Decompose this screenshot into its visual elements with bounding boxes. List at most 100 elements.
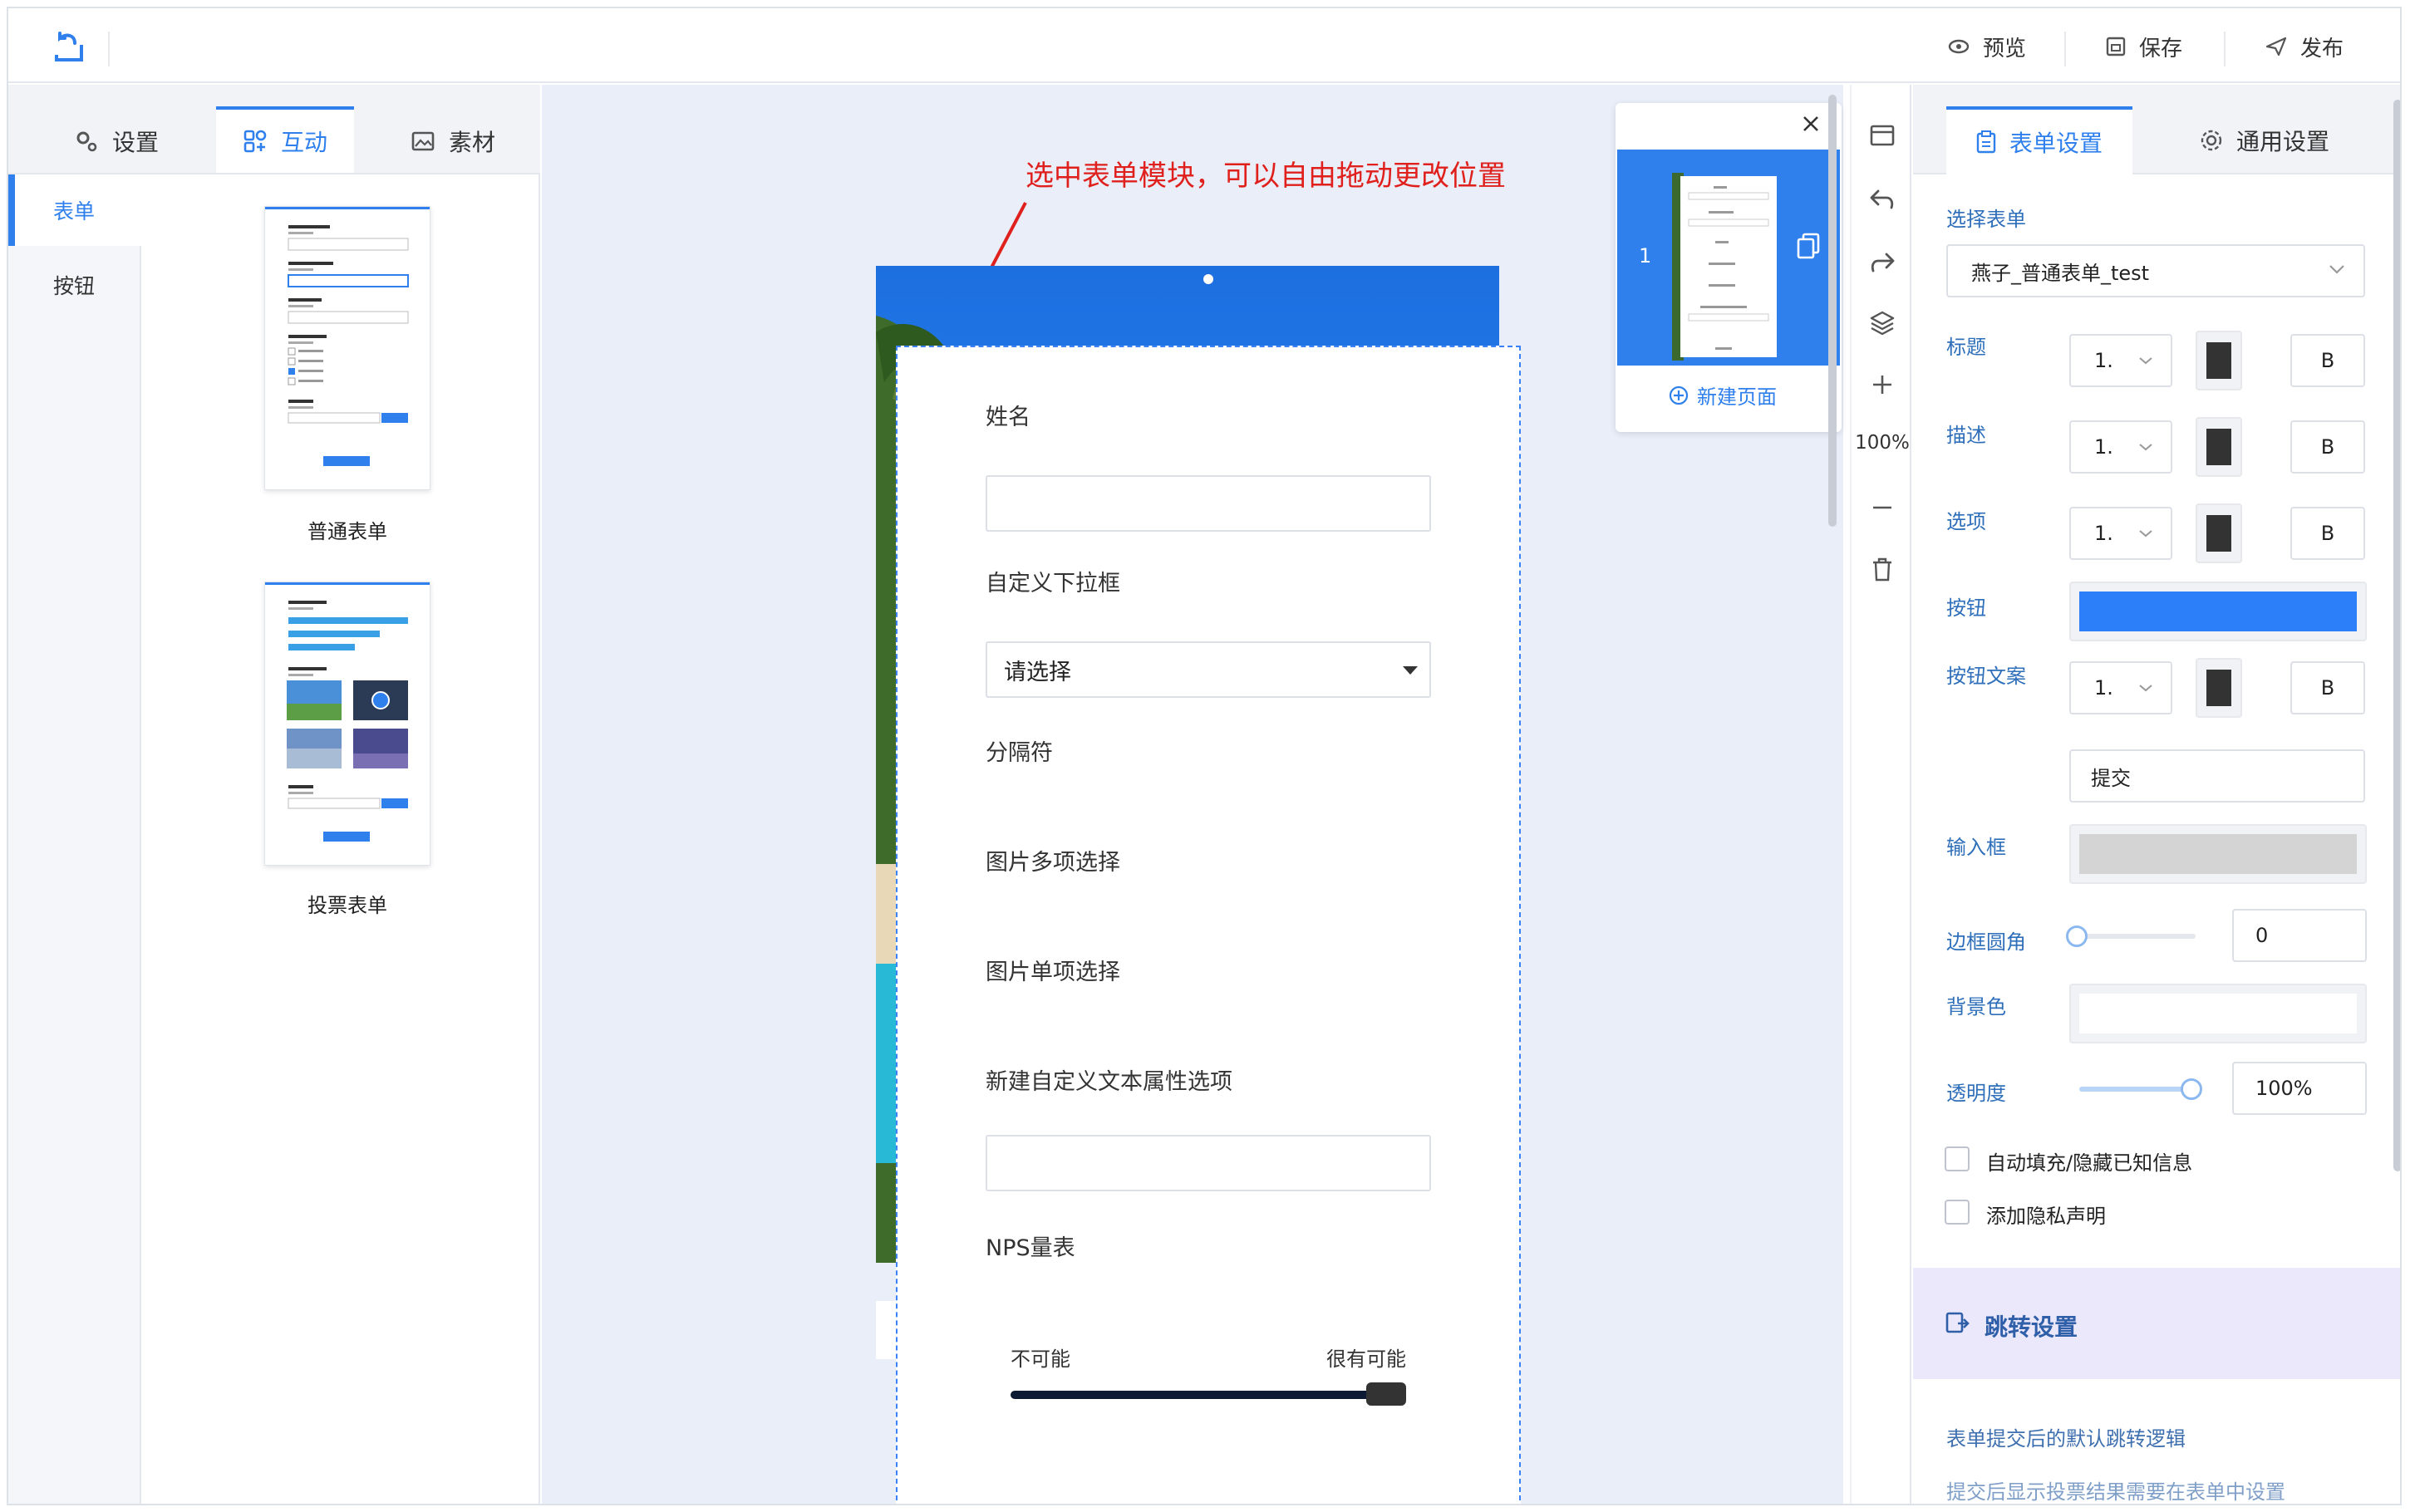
gear-icon	[76, 131, 97, 152]
sidebar-item-label: 按钮	[53, 274, 96, 298]
nps-slider-track[interactable]	[1011, 1391, 1406, 1399]
copy-page-icon[interactable]	[1797, 233, 1820, 259]
zoom-in-icon[interactable]	[1868, 371, 1896, 399]
clipboard-icon	[1976, 130, 1996, 154]
tab-interaction-label: 互动	[280, 129, 327, 156]
button-text-size-value: 1.	[2094, 676, 2113, 700]
save-button[interactable]: 保存	[2106, 28, 2182, 65]
publish-label: 发布	[2300, 36, 2344, 61]
zoom-out-icon[interactable]	[1868, 493, 1896, 522]
tab-general-settings[interactable]: 通用设置	[2162, 106, 2367, 174]
tab-materials-label: 素材	[448, 129, 495, 156]
desc-bold-toggle[interactable]: B	[2290, 420, 2365, 474]
background-color-picker[interactable]	[2069, 984, 2367, 1043]
button-text-bold-toggle[interactable]: B	[2290, 661, 2365, 714]
redo-icon[interactable]	[1868, 248, 1896, 276]
border-radius-input[interactable]: 0	[2232, 909, 2367, 962]
desc-color-picker[interactable]	[2196, 417, 2242, 477]
custom-dropdown[interactable]: 请选择	[986, 641, 1431, 698]
option-style-label: 选项	[1946, 510, 1986, 533]
left-tab-bar: 设置 互动 素材	[8, 85, 540, 174]
background-color-label: 背景色	[1946, 995, 2006, 1019]
button-color-picker[interactable]	[2069, 582, 2367, 641]
tab-form-settings[interactable]: 表单设置	[1946, 106, 2132, 174]
sidebar-item-form[interactable]: 表单	[8, 174, 141, 246]
image-single-label: 图片单项选择	[986, 960, 1120, 985]
opacity-slider-thumb[interactable]	[2181, 1078, 2202, 1100]
preview-label: 预览	[1983, 36, 2027, 61]
opacity-slider-track[interactable]	[2079, 1087, 2196, 1092]
undo-exit-icon[interactable]	[50, 27, 86, 63]
publish-button[interactable]: 发布	[2265, 28, 2344, 65]
input-color-picker[interactable]	[2069, 824, 2367, 884]
preview-button[interactable]: 预览	[1948, 28, 2026, 65]
tab-materials[interactable]: 素材	[374, 108, 532, 174]
redirect-icon	[1945, 1312, 1970, 1333]
option-size-select[interactable]: 1.	[2069, 507, 2172, 560]
interaction-icon	[243, 130, 267, 153]
canvas-scrollbar[interactable]	[1828, 95, 1837, 527]
privacy-checkbox[interactable]	[1945, 1200, 1970, 1225]
page-layout-icon[interactable]	[1868, 121, 1896, 150]
undo-icon[interactable]	[1868, 184, 1896, 213]
tab-settings[interactable]: 设置	[33, 108, 199, 174]
jump-settings-title: 跳转设置	[1985, 1313, 2078, 1341]
desc-size-value: 1.	[2094, 435, 2113, 459]
chevron-down-icon	[2139, 444, 2152, 451]
tab-general-settings-label: 通用设置	[2235, 128, 2329, 155]
button-text-input[interactable]: 提交	[2069, 749, 2365, 803]
selected-form-value: 燕子_普通表单_test	[1971, 261, 2150, 285]
template-vote-form[interactable]	[264, 582, 430, 866]
background-color-swatch	[2079, 994, 2357, 1033]
template-normal-form[interactable]	[264, 206, 430, 490]
border-radius-label: 边框圆角	[1946, 930, 2026, 954]
custom-text-input[interactable]	[986, 1135, 1431, 1191]
button-text-color-picker[interactable]	[2196, 658, 2242, 718]
tab-interaction[interactable]: 互动	[216, 106, 354, 173]
nps-high-label: 很有可能	[1326, 1348, 1406, 1371]
trash-icon[interactable]	[1868, 555, 1896, 583]
opacity-input[interactable]: 100%	[2232, 1062, 2367, 1115]
form-module[interactable]: 姓名 自定义下拉框 请选择 分隔符 图片多项选择 图片单项选择 新建自定义文本属…	[896, 346, 1521, 1504]
template-vote-preview	[265, 582, 430, 842]
title-color-picker[interactable]	[2196, 331, 2242, 390]
gear-icon	[2201, 130, 2222, 151]
chevron-down-icon	[2139, 530, 2152, 538]
title-size-value: 1.	[2094, 349, 2113, 372]
option-bold-toggle[interactable]: B	[2290, 507, 2365, 560]
title-size-select[interactable]: 1.	[2069, 334, 2172, 387]
page-thumbnail-active[interactable]: 1	[1617, 150, 1840, 366]
button-text-size-select[interactable]: 1.	[2069, 661, 2172, 714]
zoom-level: 100%	[1855, 432, 1910, 454]
jump-settings-section[interactable]: 跳转设置	[1913, 1268, 2400, 1379]
close-icon[interactable]	[1802, 115, 1820, 133]
desc-size-select[interactable]: 1.	[2069, 420, 2172, 474]
page-thumbnail-preview	[1672, 173, 1777, 361]
input-color-swatch	[2079, 834, 2357, 874]
tab-form-settings-label: 表单设置	[2009, 130, 2103, 157]
new-page-label: 新建页面	[1697, 385, 1777, 409]
new-page-button[interactable]: 新建页面	[1669, 380, 1777, 410]
radius-slider-track[interactable]	[2079, 934, 2196, 939]
template-normal-label: 普通表单	[307, 520, 387, 543]
layers-icon[interactable]	[1868, 309, 1896, 337]
right-panel-scrollbar[interactable]	[2393, 100, 2400, 1171]
sidebar-item-label: 表单	[53, 199, 96, 223]
opacity-value: 100%	[2255, 1077, 2313, 1100]
dropdown-value: 请选择	[1004, 659, 1071, 685]
app-window: 预览 保存 发布 设置 互动 素材 表单 按钮 普通表单 投票表单 选中表单模块…	[7, 7, 2402, 1505]
input-color-label: 输入框	[1946, 836, 2006, 859]
nps-low-label: 不可能	[1011, 1348, 1070, 1371]
sidebar-item-button[interactable]: 按钮	[8, 249, 141, 321]
tab-settings-label: 设置	[111, 129, 159, 156]
autofill-checkbox[interactable]	[1945, 1146, 1970, 1171]
title-bold-toggle[interactable]: B	[2290, 334, 2365, 387]
name-input[interactable]	[986, 475, 1431, 532]
option-color-picker[interactable]	[2196, 503, 2242, 563]
radius-slider-thumb[interactable]	[2066, 925, 2088, 947]
left-sidebar: 表单 按钮	[8, 174, 141, 1504]
nps-slider-thumb[interactable]	[1366, 1382, 1406, 1406]
right-settings-panel: 表单设置 通用设置 选择表单 燕子_普通表单_test 标题 1. B 描述 1…	[1913, 85, 2400, 1504]
separator-label: 分隔符	[986, 740, 1053, 766]
form-select-dropdown[interactable]: 燕子_普通表单_test	[1946, 244, 2365, 297]
